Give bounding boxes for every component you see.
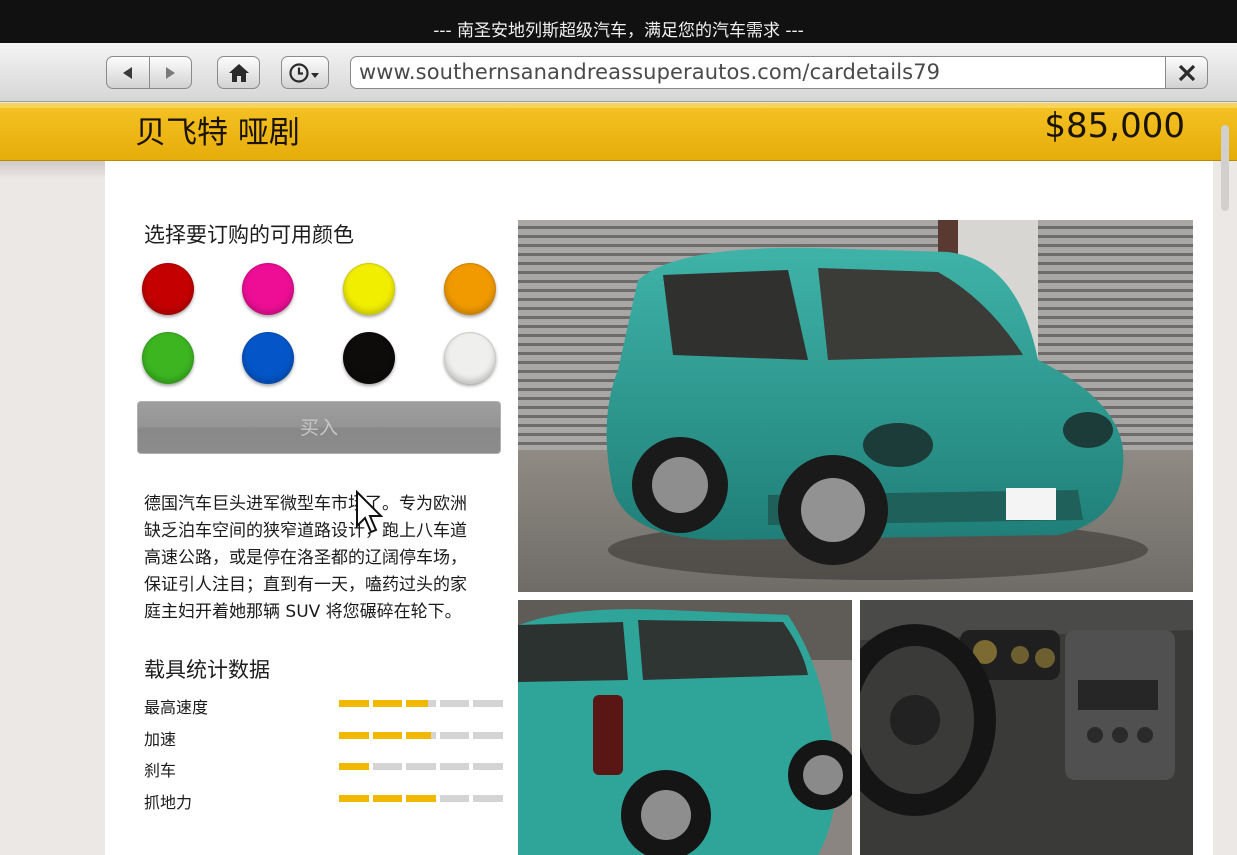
stats-section-title: 载具统计数据 xyxy=(144,658,270,682)
color-swatch[interactable] xyxy=(242,332,294,384)
stat-bar-segment xyxy=(473,795,503,802)
stat-bar-segment xyxy=(339,763,369,770)
stat-bar xyxy=(339,763,503,770)
stat-bar-segment xyxy=(439,795,470,802)
stat-bar-segment xyxy=(439,763,470,770)
close-x-icon xyxy=(1178,64,1195,81)
color-swatch[interactable] xyxy=(242,263,294,315)
stat-bar-segment xyxy=(339,700,369,707)
mouse-cursor-icon xyxy=(356,490,383,534)
window-title-bar: --- 南圣安地列斯超级汽车，满足您的汽车需求 --- xyxy=(0,0,1237,43)
stat-bar-segment xyxy=(473,700,503,707)
car-rear-view-image[interactable] xyxy=(518,600,852,855)
browser-toolbar: www.southernsanandreassuperautos.com/car… xyxy=(0,43,1237,102)
history-clock-icon xyxy=(289,62,319,83)
stat-bar-segment xyxy=(406,795,436,802)
stat-bar-segment xyxy=(439,732,470,739)
home-icon xyxy=(228,63,249,82)
stat-bar-fill xyxy=(406,795,436,802)
car-name: 贝飞特 哑剧 xyxy=(135,115,300,151)
back-button[interactable] xyxy=(107,57,149,88)
nav-button-group xyxy=(106,56,192,89)
stat-bar-fill xyxy=(372,700,403,707)
stat-bar-segment xyxy=(372,763,403,770)
history-button[interactable] xyxy=(281,56,329,89)
window-title: --- 南圣安地列斯超级汽车，满足您的汽车需求 --- xyxy=(433,21,804,41)
url-clear-button[interactable] xyxy=(1165,56,1208,89)
stat-bar-fill xyxy=(339,700,369,707)
color-swatch[interactable] xyxy=(444,263,496,315)
stat-bar xyxy=(339,795,503,802)
stat-bar xyxy=(339,732,503,739)
stat-bar-segment xyxy=(439,700,470,707)
stat-bar-fill xyxy=(406,732,432,739)
page-scrollbar-thumb[interactable] xyxy=(1221,125,1229,211)
color-swatch[interactable] xyxy=(444,332,496,384)
color-swatch[interactable] xyxy=(142,263,194,315)
colors-section-title: 选择要订购的可用颜色 xyxy=(144,223,354,247)
car-header: 贝飞特 哑剧 $85,000 xyxy=(0,103,1237,161)
car-price: $85,000 xyxy=(1044,106,1185,146)
stat-bar xyxy=(339,700,503,707)
color-swatch[interactable] xyxy=(343,332,395,384)
buy-button[interactable]: 买入 xyxy=(137,401,501,454)
stat-bar-fill xyxy=(406,700,429,707)
stat-bar-fill xyxy=(339,763,369,770)
stat-bar-segment xyxy=(372,700,403,707)
color-swatch[interactable] xyxy=(142,332,194,384)
stat-label: 刹车 xyxy=(144,761,177,780)
stat-bar-segment xyxy=(473,732,503,739)
back-arrow-icon xyxy=(122,66,132,79)
stat-bar-fill xyxy=(372,732,403,739)
stat-bar-fill xyxy=(372,795,403,802)
color-swatch[interactable] xyxy=(343,263,395,315)
stat-bar-segment xyxy=(473,763,503,770)
url-input[interactable]: www.southernsanandreassuperautos.com/car… xyxy=(350,56,1166,89)
forward-arrow-icon xyxy=(166,66,176,79)
stat-label: 最高速度 xyxy=(144,698,209,717)
stat-bar-segment xyxy=(372,795,403,802)
stat-bar-fill xyxy=(339,732,369,739)
stat-bar-segment xyxy=(406,700,436,707)
stat-bar-segment xyxy=(406,763,436,770)
car-interior-image[interactable] xyxy=(860,600,1193,855)
header-shadow xyxy=(0,161,110,179)
stat-bar-segment xyxy=(339,732,369,739)
car-front-view-image[interactable] xyxy=(518,220,1193,592)
forward-button[interactable] xyxy=(148,57,191,88)
car-description: 德国汽车巨头进军微型车市场了。专为欧洲 缺乏泊车空间的狭窄道路设计，跑上八车道 … xyxy=(144,491,506,626)
stat-bar-fill xyxy=(339,795,369,802)
car-description-text: 德国汽车巨头进军微型车市场了。专为欧洲 缺乏泊车空间的狭窄道路设计，跑上八车道 … xyxy=(144,494,467,622)
home-button[interactable] xyxy=(217,56,260,89)
stat-bar-segment xyxy=(372,732,403,739)
stat-label: 加速 xyxy=(144,730,177,749)
stat-bar-segment xyxy=(406,732,436,739)
stat-label: 抓地力 xyxy=(144,793,193,812)
stat-bar-segment xyxy=(339,795,369,802)
